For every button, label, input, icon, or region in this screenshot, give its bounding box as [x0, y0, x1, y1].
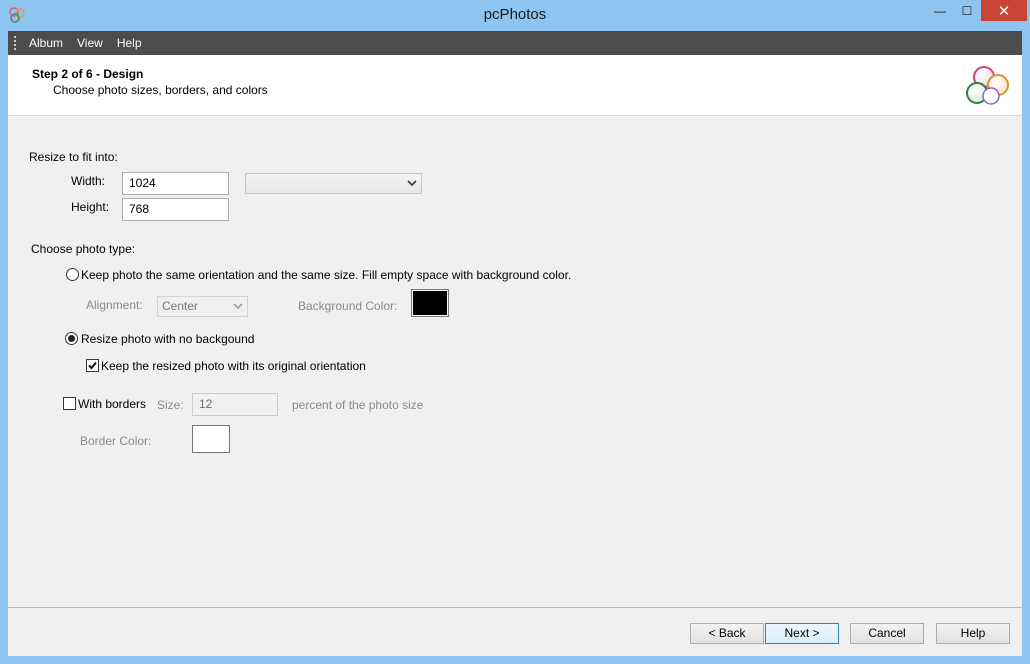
- alignment-value: Center: [162, 299, 199, 313]
- app-logo-icon: [966, 66, 1009, 105]
- chevron-down-icon: [407, 180, 417, 187]
- alignment-label: Alignment:: [86, 298, 143, 312]
- menu-album[interactable]: Album: [22, 31, 70, 55]
- with-borders-checkbox[interactable]: [63, 397, 76, 410]
- menu-bar: Album View Help: [8, 31, 1022, 55]
- width-label: Width:: [71, 174, 106, 188]
- width-input[interactable]: 1024: [122, 172, 229, 195]
- next-button[interactable]: Next >: [765, 623, 839, 644]
- border-size-label: Size:: [157, 398, 184, 412]
- title-bar[interactable]: pcPhotos — ☐ ✕: [0, 0, 1030, 31]
- alignment-select[interactable]: Center: [157, 296, 248, 317]
- height-input[interactable]: 768: [122, 198, 229, 221]
- radio-resize-label[interactable]: Resize photo with no backgound: [81, 332, 254, 346]
- size-preset-select[interactable]: [245, 173, 422, 194]
- menu-help[interactable]: Help: [110, 31, 149, 55]
- checkmark-icon: [88, 361, 97, 370]
- chevron-down-icon: [233, 303, 243, 310]
- close-button[interactable]: ✕: [981, 0, 1027, 21]
- maximize-button[interactable]: ☐: [953, 0, 981, 22]
- window-title: pcPhotos: [483, 6, 547, 23]
- step-subtitle: Choose photo sizes, borders, and colors: [53, 83, 268, 97]
- app-window: pcPhotos — ☐ ✕ Album View Help Step 2 of…: [0, 0, 1030, 664]
- radio-keep-label[interactable]: Keep photo the same orientation and the …: [81, 268, 571, 282]
- border-size-input[interactable]: 12: [192, 393, 278, 416]
- back-button[interactable]: < Back: [690, 623, 764, 644]
- grip-icon[interactable]: [8, 31, 22, 55]
- minimize-button[interactable]: —: [926, 0, 954, 22]
- keep-orientation-checkbox[interactable]: [86, 359, 99, 372]
- with-borders-label[interactable]: With borders: [78, 397, 146, 411]
- help-button[interactable]: Help: [936, 623, 1010, 644]
- step-title: Step 2 of 6 - Design: [32, 67, 144, 81]
- border-size-suffix: percent of the photo size: [292, 398, 424, 412]
- wizard-footer: < Back Next > Cancel Help: [8, 607, 1022, 656]
- photo-type-label: Choose photo type:: [31, 242, 136, 256]
- border-color-label: Border Color:: [80, 434, 152, 448]
- keep-orientation-label[interactable]: Keep the resized photo with its original…: [101, 359, 366, 373]
- radio-keep-orientation-fill[interactable]: [66, 268, 79, 281]
- design-panel: Resize to fit into: Width: 1024 Height: …: [8, 116, 1022, 607]
- menu-view[interactable]: View: [70, 31, 110, 55]
- resize-label: Resize to fit into:: [29, 150, 118, 164]
- height-label: Height:: [71, 200, 110, 214]
- cancel-button[interactable]: Cancel: [850, 623, 924, 644]
- bg-color-label: Background Color:: [298, 299, 398, 313]
- bg-color-swatch[interactable]: [411, 289, 449, 317]
- border-color-swatch[interactable]: [192, 425, 230, 453]
- wizard-header: Step 2 of 6 - Design Choose photo sizes,…: [8, 55, 1022, 116]
- radio-resize-no-background[interactable]: [65, 332, 78, 345]
